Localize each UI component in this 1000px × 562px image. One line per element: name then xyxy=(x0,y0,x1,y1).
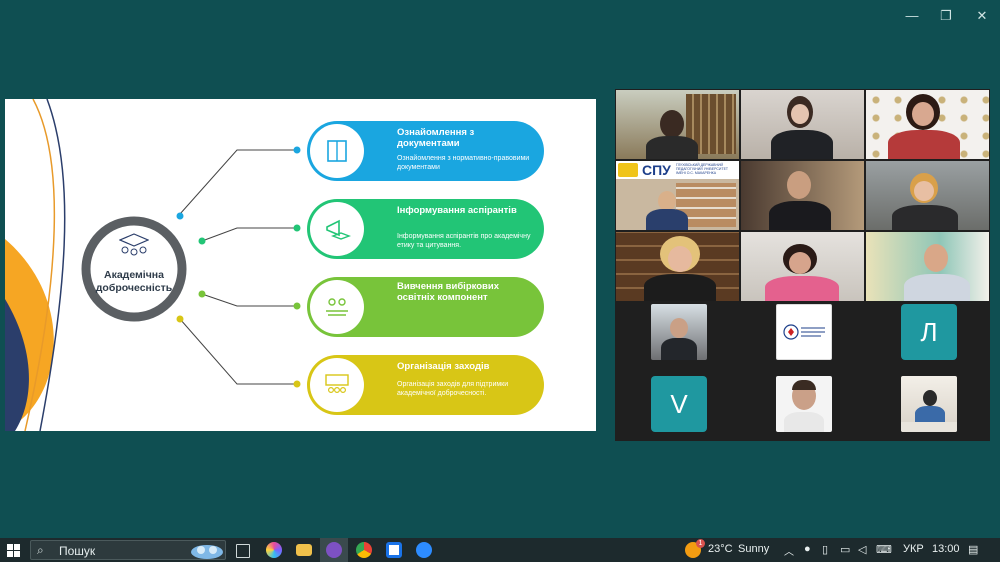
card-title: Вивчення вибіркових освітніх компонент xyxy=(397,281,500,303)
clock[interactable]: 13:00 xyxy=(932,543,960,555)
notifications-icon[interactable]: ▤ xyxy=(968,543,978,556)
megaphone-icon xyxy=(326,219,351,240)
shared-slide: Академічна доброчесність Ознайомлення з … xyxy=(5,99,596,431)
card-events: Організація заходів Організація заходів … xyxy=(307,355,544,415)
video-tile[interactable] xyxy=(776,376,832,432)
video-tile[interactable] xyxy=(651,304,707,360)
video-tile[interactable] xyxy=(616,90,739,159)
keyboard-icon[interactable]: ⌨ xyxy=(876,543,892,556)
document-icon xyxy=(327,140,347,162)
battery-icon[interactable]: ▭ xyxy=(840,543,850,556)
video-tile[interactable] xyxy=(866,232,989,301)
viber-icon[interactable] xyxy=(326,542,342,558)
hub-label: Академічна доброчесність xyxy=(71,216,197,319)
minimize-button[interactable]: — xyxy=(902,8,922,23)
card-desc: Організація заходів для підтримки академ… xyxy=(397,381,509,397)
video-tile[interactable] xyxy=(741,90,864,159)
restore-button[interactable]: ❐ xyxy=(936,8,956,24)
video-tile[interactable] xyxy=(616,232,739,301)
card-inform: Інформування аспірантів Інформування асп… xyxy=(307,199,544,259)
chrome-icon[interactable] xyxy=(356,542,372,558)
video-gallery: СПУ ГЛУХІВСЬКИЙ ДЕРЖАВНИЙ ПЕДАГОГІЧНИЙ У… xyxy=(615,89,990,441)
event-audience-icon xyxy=(325,374,349,394)
file-explorer-icon[interactable] xyxy=(296,544,312,556)
weather-temp[interactable]: 23°C xyxy=(708,543,733,555)
chevron-up-icon[interactable]: ︿ xyxy=(784,543,794,558)
language-indicator[interactable]: УКР xyxy=(903,543,924,555)
university-banner-text: ГЛУХІВСЬКИЙ ДЕРЖАВНИЙ ПЕДАГОГІЧНИЙ УНІВЕ… xyxy=(676,163,729,175)
video-tile[interactable] xyxy=(741,232,864,301)
people-table-icon xyxy=(326,298,348,316)
search-icon: ⌕ xyxy=(37,543,44,557)
video-tile[interactable] xyxy=(741,161,864,230)
volume-icon[interactable]: ◁ xyxy=(858,543,866,556)
hub-title: Академічна доброчесність xyxy=(95,269,173,294)
search-placeholder: Пошук xyxy=(59,544,96,558)
video-tile[interactable]: СПУ ГЛУХІВСЬКИЙ ДЕРЖАВНИЙ ПЕДАГОГІЧНИЙ У… xyxy=(616,161,739,230)
card-title: Організація заходів xyxy=(397,361,490,372)
card-documents: Ознайомлення з документами Ознайомлення … xyxy=(307,121,544,181)
card-desc: Інформування аспірантів про академічну е… xyxy=(397,233,531,249)
university-logo: СПУ xyxy=(642,162,671,178)
card-electives: Вивчення вибіркових освітніх компонент xyxy=(307,277,544,337)
close-button[interactable]: ✕ xyxy=(972,8,992,24)
video-tile[interactable] xyxy=(901,376,957,432)
microphone-icon[interactable]: ● xyxy=(804,543,811,555)
phone-link-icon[interactable]: ▯ xyxy=(822,543,828,556)
card-title: Ознайомлення з документами xyxy=(397,127,475,149)
card-title: Інформування аспірантів xyxy=(397,205,517,216)
windows-start-icon[interactable] xyxy=(7,544,20,557)
app-icon[interactable] xyxy=(386,542,402,558)
video-tile[interactable] xyxy=(776,304,832,360)
zoom-icon[interactable] xyxy=(416,542,432,558)
card-desc: Ознайомлення з нормативно-правовими доку… xyxy=(397,155,530,171)
task-view-icon[interactable] xyxy=(236,544,250,558)
participant-avatar-letter[interactable]: V xyxy=(651,376,707,432)
participant-avatar-letter[interactable]: Л xyxy=(901,304,957,360)
graduation-cap-icon xyxy=(119,233,149,256)
taskbar: ⌕ Пошук 1 23°C Sunny ︿ ● ▯ ▭ ◁ ⌨ УКР 13:… xyxy=(0,538,1000,562)
copilot-icon[interactable] xyxy=(266,542,282,558)
taskbar-search[interactable]: ⌕ Пошук xyxy=(30,540,226,560)
search-highlight-icon xyxy=(191,545,223,559)
video-tile[interactable] xyxy=(866,90,989,159)
university-logo-icon xyxy=(783,324,825,340)
video-tile[interactable] xyxy=(866,161,989,230)
weather-desc[interactable]: Sunny xyxy=(738,543,769,555)
weather-badge: 1 xyxy=(696,539,705,548)
